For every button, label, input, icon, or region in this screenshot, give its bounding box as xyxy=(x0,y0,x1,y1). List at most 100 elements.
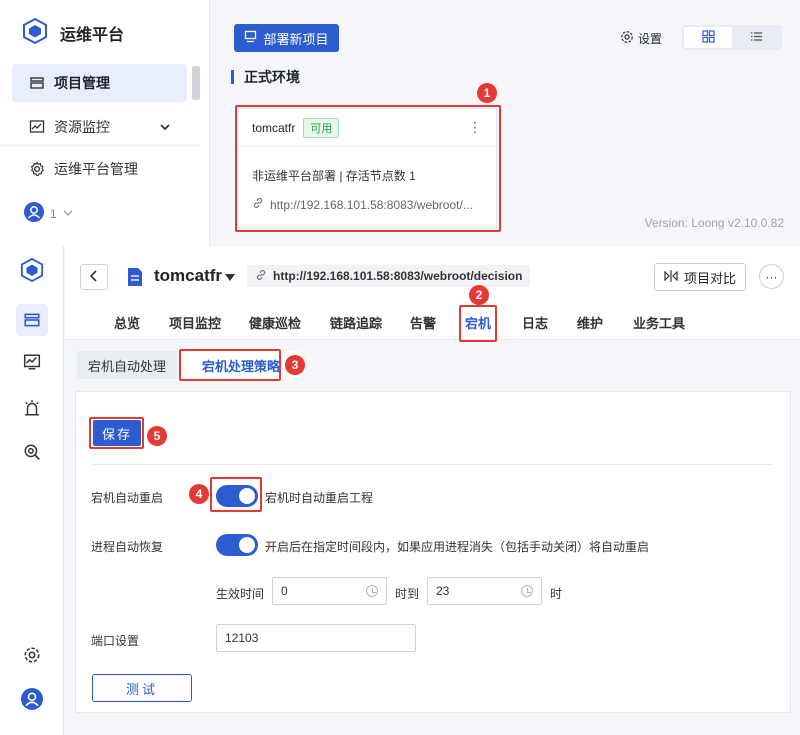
time-to-input[interactable]: 23 xyxy=(427,577,542,605)
port-input[interactable]: 12103 xyxy=(216,624,416,652)
time-unit-label: 时 xyxy=(550,587,563,601)
gear-icon xyxy=(620,30,634,47)
document-icon xyxy=(126,267,144,290)
deploy-icon xyxy=(244,30,257,46)
chart-icon xyxy=(28,118,46,136)
chevron-left-icon xyxy=(89,269,99,285)
time-to-label: 时到 xyxy=(395,587,420,601)
tab-health-check[interactable]: 健康巡检 xyxy=(249,313,301,332)
strategy-panel: 保存 宕机自动重启 宕机时自动重启工程 进程自动恢复 开启后在指定时间段内，如果… xyxy=(75,391,791,713)
test-button[interactable]: 测试 xyxy=(92,674,192,702)
user-menu[interactable]: 1 xyxy=(24,202,73,225)
port-value: 12103 xyxy=(225,631,259,645)
clock-icon xyxy=(521,585,533,597)
sidebar-item-label: 项目管理 xyxy=(54,75,110,91)
tab-business-tools[interactable]: 业务工具 xyxy=(633,313,685,332)
callout-number-5: 5 xyxy=(147,426,167,446)
divider xyxy=(0,145,200,146)
tab-maintenance[interactable]: 维护 xyxy=(577,313,603,332)
project-name[interactable]: tomcatfr xyxy=(154,266,222,286)
link-icon xyxy=(255,269,267,284)
callout-number-2: 2 xyxy=(469,285,489,305)
compare-icon xyxy=(664,269,678,285)
tab-downtime[interactable]: 宕机 xyxy=(465,313,491,332)
project-url-text: http://192.168.101.58:8083/webroot/decis… xyxy=(273,269,523,283)
time-from-input[interactable]: 0 xyxy=(272,577,387,605)
deploy-new-project-button[interactable]: 部署新项目 xyxy=(234,24,339,52)
project-card-header: tomcatfr 可用 xyxy=(238,109,496,147)
tab-project-monitor[interactable]: 项目监控 xyxy=(169,313,221,332)
rail-monitor-icon[interactable] xyxy=(16,346,48,378)
grid-icon xyxy=(701,29,715,46)
effective-time-label: 生效时间 xyxy=(216,587,265,601)
platform-overview-screenshot: 运维平台 项目管理 资源监控 运维平台管理 1 部署新项目 设置 正式环境 to… xyxy=(0,0,800,246)
chevron-down-icon xyxy=(63,206,73,221)
environment-title: 正式环境 xyxy=(231,70,300,84)
sidebar-item-label: 资源监控 xyxy=(54,119,110,135)
tab-trace[interactable]: 链路追踪 xyxy=(330,313,382,332)
project-compare-button[interactable]: 项目对比 xyxy=(654,263,746,291)
rail-inspect-icon[interactable] xyxy=(16,436,48,468)
rail-alarm-icon[interactable] xyxy=(16,392,48,424)
project-card-summary: 非运维平台部署 | 存活节点数 1 xyxy=(252,169,416,183)
sidebar-item-platform-admin[interactable]: 运维平台管理 xyxy=(12,150,187,188)
auto-restart-toggle[interactable] xyxy=(216,485,258,507)
grid-view-button[interactable] xyxy=(684,27,732,48)
sidebar: 运维平台 项目管理 资源监控 运维平台管理 1 xyxy=(0,0,210,246)
process-recover-label: 进程自动恢复 xyxy=(91,540,164,554)
chevron-down-icon xyxy=(159,120,171,136)
project-card[interactable]: tomcatfr 可用 ⋮ 非运维平台部署 | 存活节点数 1 http://1… xyxy=(237,108,497,228)
tab-alarm[interactable]: 告警 xyxy=(410,313,436,332)
clock-icon xyxy=(366,585,378,597)
avatar-icon xyxy=(24,202,44,225)
sidebar-item-label: 运维平台管理 xyxy=(54,161,138,177)
sidebar-scrollbar[interactable] xyxy=(192,66,200,100)
deploy-label: 部署新项目 xyxy=(263,31,329,47)
main-area: 部署新项目 设置 正式环境 tomcatfr 可用 ⋮ 非运维平台部署 | 存活… xyxy=(211,0,800,246)
subtab-auto-handle[interactable]: 宕机自动处理 xyxy=(77,351,177,379)
settings-label: 设置 xyxy=(638,32,663,46)
rail-project-icon[interactable] xyxy=(16,304,48,336)
process-recover-toggle[interactable] xyxy=(216,534,258,556)
status-badge: 可用 xyxy=(303,117,340,138)
project-url[interactable]: http://192.168.101.58:8083/webroot/decis… xyxy=(247,265,531,287)
avatar-icon[interactable] xyxy=(16,683,48,715)
tab-overview[interactable]: 总览 xyxy=(114,313,140,332)
sidebar-item-resource-monitor[interactable]: 资源监控 xyxy=(12,108,187,146)
project-card-url[interactable]: http://192.168.101.58:8083/webroot/... xyxy=(252,197,473,212)
caret-down-icon[interactable] xyxy=(225,270,235,285)
icon-rail xyxy=(0,246,64,735)
auto-restart-label: 宕机自动重启 xyxy=(91,491,164,505)
subtab-strategy[interactable]: 宕机处理策略 xyxy=(181,351,301,379)
auto-restart-desc: 宕机时自动重启工程 xyxy=(265,491,374,505)
more-options-button[interactable]: ··· xyxy=(759,264,784,289)
compare-label: 项目对比 xyxy=(683,270,736,286)
user-count: 1 xyxy=(50,206,57,221)
more-options-icon[interactable]: ⋮ xyxy=(468,119,482,136)
project-card-url-text: http://192.168.101.58:8083/webroot/... xyxy=(270,197,473,212)
time-to-value: 23 xyxy=(436,584,450,598)
brand-name: 运维平台 xyxy=(60,27,125,44)
gear-icon[interactable] xyxy=(16,639,48,671)
settings-button[interactable]: 设置 xyxy=(620,30,662,47)
platform-logo-icon xyxy=(22,17,48,45)
callout-number-1: 1 xyxy=(477,83,497,103)
back-button[interactable] xyxy=(80,264,108,290)
callout-number-4: 4 xyxy=(189,484,209,504)
platform-logo-icon[interactable] xyxy=(16,254,48,286)
link-icon xyxy=(252,197,264,212)
view-toggle xyxy=(682,25,782,50)
list-icon xyxy=(750,30,763,46)
layers-icon xyxy=(28,74,46,92)
save-button[interactable]: 保存 xyxy=(93,420,141,446)
divider xyxy=(93,464,773,465)
port-label: 端口设置 xyxy=(91,634,140,648)
version-label: Version: Loong v2.10.0.82 xyxy=(644,216,784,230)
more-icon: ··· xyxy=(765,269,778,284)
project-header: tomcatfr http://192.168.101.58:8083/webr… xyxy=(65,246,800,340)
gear-icon xyxy=(28,160,46,178)
sidebar-item-project-management[interactable]: 项目管理 xyxy=(12,64,187,102)
time-from-value: 0 xyxy=(281,584,288,598)
tab-log[interactable]: 日志 xyxy=(522,313,548,332)
list-view-button[interactable] xyxy=(732,27,780,48)
